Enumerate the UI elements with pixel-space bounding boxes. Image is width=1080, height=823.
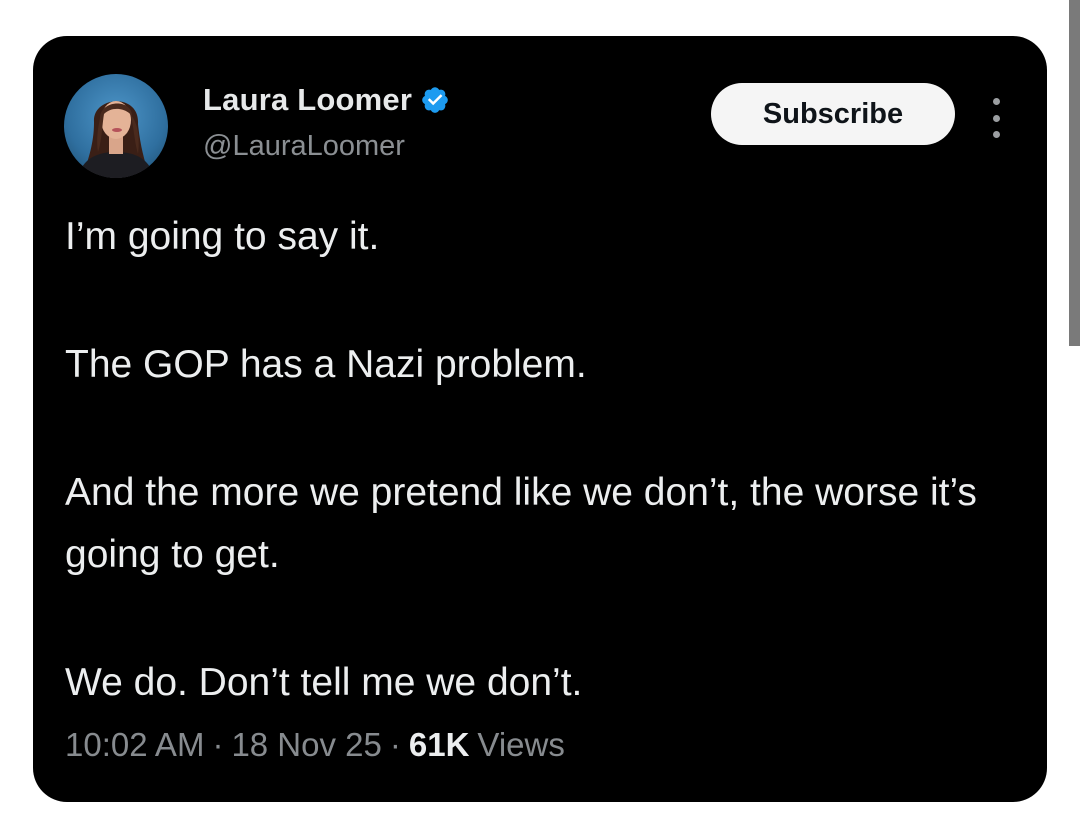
author-handle[interactable]: @LauraLoomer: [203, 130, 405, 163]
tweet-paragraph: I’m going to say it.: [65, 215, 380, 258]
verified-badge-icon: [420, 85, 450, 115]
author-name[interactable]: Laura Loomer: [203, 82, 412, 118]
tweet-time[interactable]: 10:02 AM: [65, 726, 204, 764]
avatar-portrait-icon: [78, 101, 154, 178]
tweet-card: Laura Loomer @LauraLoomer Subscribe I’m …: [33, 36, 1047, 802]
tweet-paragraph: The GOP has a Nazi problem.: [65, 343, 587, 386]
tweet-paragraph: We do. Don’t tell me we don’t.: [65, 661, 583, 704]
author-name-row[interactable]: Laura Loomer: [203, 80, 450, 120]
views-label: Views: [477, 726, 565, 763]
tweet-meta: 10:02 AM · 18 Nov 25 · 61K Views: [65, 726, 565, 764]
avatar[interactable]: [64, 74, 168, 178]
meta-separator: ·: [389, 726, 401, 763]
tweet-paragraph: And the more we pretend like we don’t, t…: [65, 471, 977, 576]
scrollbar[interactable]: [1069, 0, 1080, 346]
meta-separator: ·: [212, 726, 224, 763]
subscribe-button[interactable]: Subscribe: [711, 83, 955, 145]
views-count[interactable]: 61K: [409, 726, 470, 764]
more-vertical-icon[interactable]: [985, 98, 1007, 138]
tweet-text: I’m going to say it. The GOP has a Nazi …: [65, 206, 1025, 714]
tweet-date[interactable]: 18 Nov 25: [231, 726, 381, 764]
